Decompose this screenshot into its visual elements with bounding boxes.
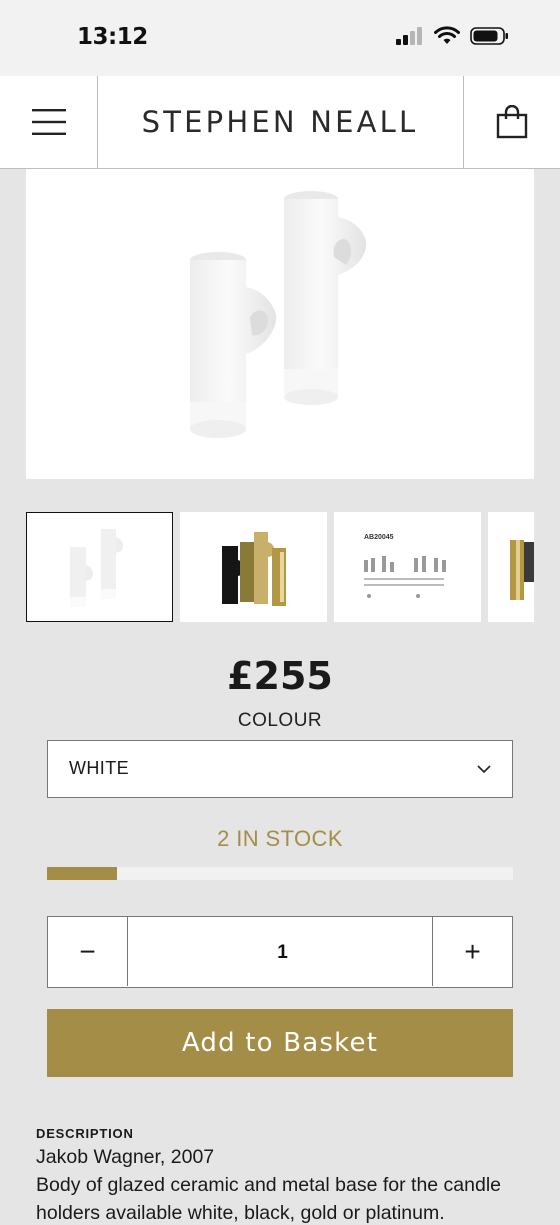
menu-button[interactable]	[0, 76, 98, 168]
vase-white-thumb	[70, 529, 124, 607]
description-heading: DESCRIPTION	[36, 1126, 134, 1141]
thumbnail-dimensions[interactable]: AB20045	[334, 512, 481, 622]
product-main-image[interactable]	[26, 169, 534, 479]
product-price: £255	[227, 654, 333, 698]
thumbnail-white[interactable]	[26, 512, 173, 622]
add-to-basket-button[interactable]: Add to Basket	[47, 1009, 513, 1077]
description-line: Body of glazed ceramic and metal base fo…	[36, 1174, 502, 1196]
stock-level-fill	[47, 867, 117, 880]
colour-label: COLOUR	[237, 710, 323, 731]
description-line: Jakob Wagner, 2007	[36, 1146, 215, 1168]
vase-black-gold-thumb	[222, 532, 286, 606]
chevron-down-icon	[477, 765, 491, 774]
thumbnail-strip[interactable]: AB20045	[26, 512, 534, 622]
quantity-decrease-button[interactable]: −	[48, 917, 128, 986]
stock-status: 2 IN STOCK	[217, 826, 343, 851]
shopping-bag-icon	[496, 105, 528, 139]
brand-logo[interactable]: STEPHEN NEALL	[98, 76, 462, 168]
vase-gold-thumb	[510, 540, 534, 600]
status-bar: 13:12	[0, 0, 560, 76]
colour-select[interactable]: WHITE	[47, 740, 513, 798]
colour-select-value: WHITE	[69, 758, 129, 778]
quantity-increase-button[interactable]: +	[432, 917, 512, 986]
dimensions-diagram-thumb	[364, 556, 446, 598]
hamburger-icon	[31, 109, 66, 135]
basket-button[interactable]	[463, 76, 560, 168]
signal-icon	[396, 27, 422, 45]
stock-level-bar	[47, 867, 513, 880]
quantity-input[interactable]	[128, 917, 437, 988]
thumbnail-code: AB20045	[364, 534, 394, 541]
battery-icon	[470, 27, 508, 45]
thumbnail-black-gold[interactable]	[180, 512, 327, 622]
quantity-stepper: − +	[47, 916, 513, 988]
wifi-icon	[434, 26, 460, 44]
site-header: STEPHEN NEALL	[0, 76, 560, 169]
thumbnail-gold[interactable]	[488, 512, 534, 622]
vase-illustration	[190, 191, 367, 438]
status-time: 13:12	[77, 24, 148, 50]
status-icons	[396, 26, 510, 46]
